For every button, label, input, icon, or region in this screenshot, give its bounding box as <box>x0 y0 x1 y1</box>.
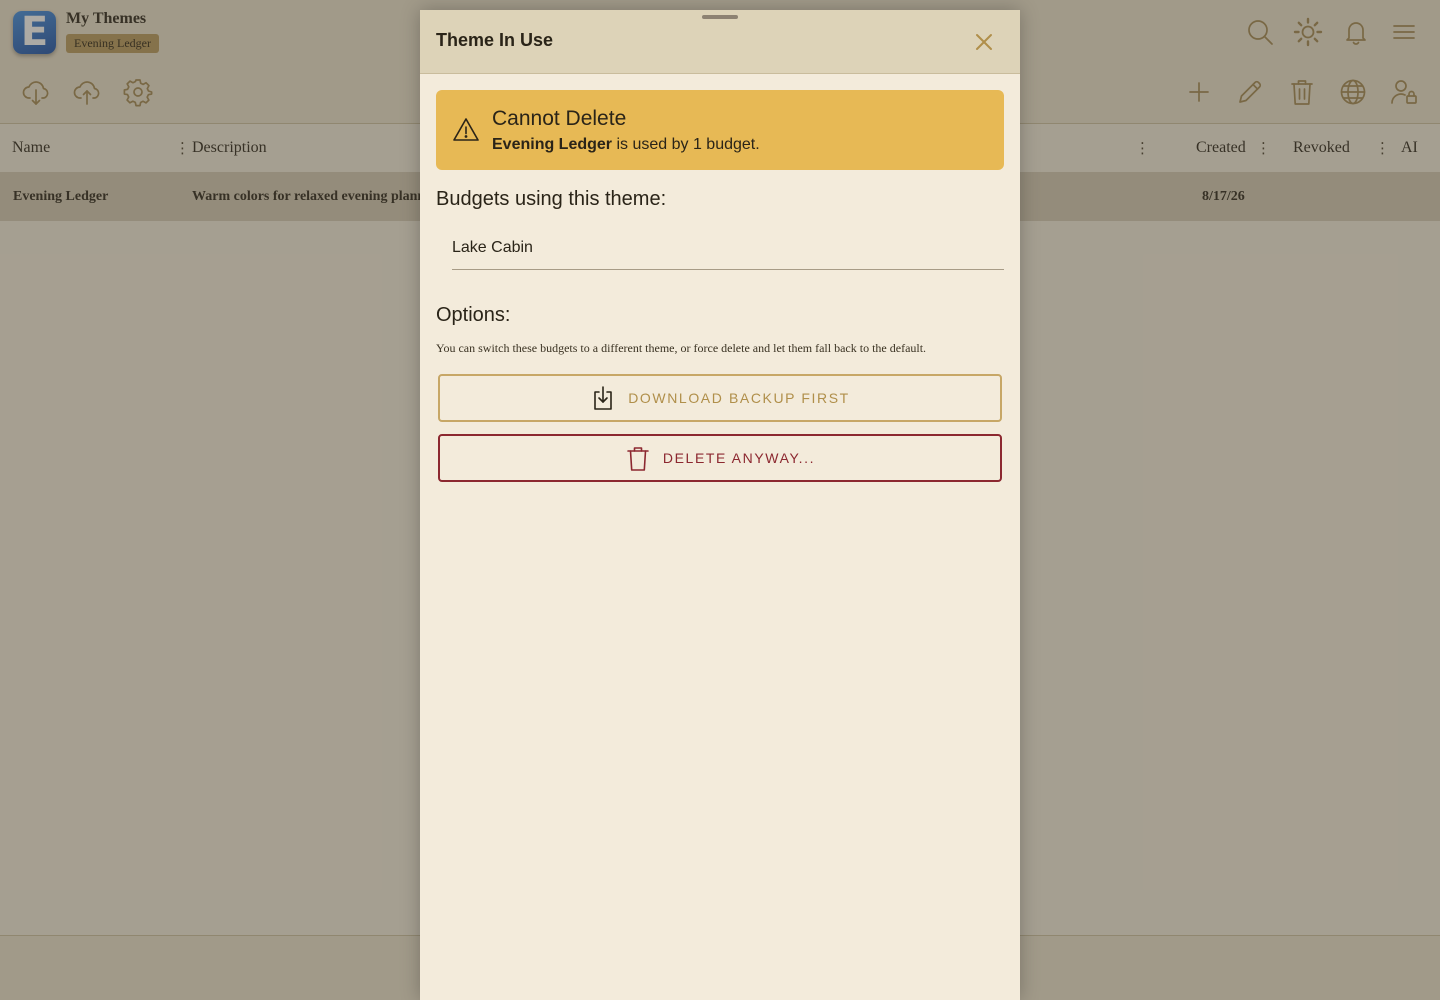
theme-in-use-dialog: Theme In Use Cannot Delete Evening Ledge… <box>420 10 1020 1000</box>
alert-message-text: is used by 1 budget. <box>612 136 760 153</box>
dialog-title: Theme In Use <box>436 30 554 50</box>
download-icon <box>594 386 613 410</box>
warning-triangle-icon <box>452 116 480 144</box>
drag-handle[interactable] <box>702 15 738 19</box>
close-button[interactable] <box>968 26 1000 58</box>
alert-title: Cannot Delete <box>492 107 627 130</box>
download-backup-label: DOWNLOAD BACKUP FIRST <box>628 390 850 406</box>
budgets-heading: Budgets using this theme: <box>436 188 667 210</box>
options-hint: You can switch these budgets to a differ… <box>436 341 927 355</box>
download-backup-button[interactable]: DOWNLOAD BACKUP FIRST <box>438 374 1002 422</box>
options-heading: Options: <box>436 304 511 326</box>
list-item[interactable]: Lake Cabin <box>452 232 1004 270</box>
trash-icon <box>627 447 649 471</box>
delete-anyway-button[interactable]: DELETE ANYWAY... <box>438 434 1002 482</box>
delete-anyway-label: DELETE ANYWAY... <box>662 450 816 466</box>
close-icon <box>976 34 992 50</box>
dialog-header: Theme In Use <box>420 10 1020 74</box>
warning-alert: Cannot Delete Evening Ledger is used by … <box>436 90 1004 170</box>
alert-theme-name: Evening Ledger <box>492 136 613 153</box>
alert-message: Evening Ledger is used by 1 budget. <box>492 136 760 154</box>
